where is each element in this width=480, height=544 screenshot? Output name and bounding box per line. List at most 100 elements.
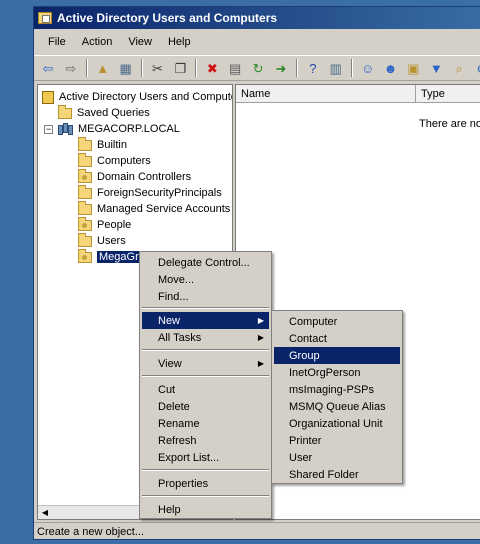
tree-item-domain[interactable]: − MEGACORP.LOCAL xyxy=(44,121,180,137)
menu-help[interactable]: Help xyxy=(160,34,199,50)
menu-item-help[interactable]: Help xyxy=(142,501,269,518)
add-to-group-icon[interactable]: ⊕ xyxy=(472,58,480,78)
tree-item-label: MEGACORP.LOCAL xyxy=(78,123,180,135)
menu-item-label: All Tasks xyxy=(158,331,202,344)
menu-item-label: New xyxy=(158,314,181,327)
folder-icon xyxy=(78,200,92,215)
tree-root-label: Active Directory Users and Computers xyxy=(59,91,233,103)
new-ou-icon[interactable]: ▣ xyxy=(403,58,423,78)
menu-item-label: Shared Folder xyxy=(289,468,359,481)
submenu-item-computer[interactable]: Computer xyxy=(274,313,400,330)
menu-item-label: Refresh xyxy=(158,434,197,447)
status-text: Create a new object... xyxy=(37,525,145,538)
new-group-icon[interactable]: ☻ xyxy=(381,58,401,78)
menu-item-rename[interactable]: Rename xyxy=(142,415,269,432)
menu-view[interactable]: View xyxy=(120,34,160,50)
menu-item-find[interactable]: Find... xyxy=(142,288,269,305)
folder-icon xyxy=(78,136,92,151)
tree-item-label: Managed Service Accounts xyxy=(97,203,231,215)
menu-item-label: Cut xyxy=(158,383,176,396)
domain-icon xyxy=(58,122,73,136)
help-icon[interactable]: ? xyxy=(303,58,323,78)
menu-item-all-tasks[interactable]: All Tasks ▶ xyxy=(142,329,269,346)
menu-item-label: Export List... xyxy=(158,451,220,464)
menu-item-label: Group xyxy=(289,349,320,362)
toolbar-separator xyxy=(350,59,353,77)
forward-arrow-icon[interactable]: ⇨ xyxy=(61,58,81,78)
submenu-arrow-icon: ▶ xyxy=(257,316,264,325)
column-header-name[interactable]: Name xyxy=(236,85,416,103)
show-pane-icon[interactable]: ▥ xyxy=(326,58,346,78)
menu-item-label: Computer xyxy=(289,315,338,328)
submenu-item-group[interactable]: Group xyxy=(274,347,400,364)
tree-root[interactable]: Active Directory Users and Computers xyxy=(42,89,233,105)
ou-folder-icon xyxy=(78,216,92,231)
menu-item-refresh[interactable]: Refresh xyxy=(142,432,269,449)
tree-item-managed-service-accounts[interactable]: Managed Service Accounts xyxy=(78,200,231,217)
menu-item-properties[interactable]: Properties xyxy=(142,475,269,492)
refresh-icon[interactable]: ↻ xyxy=(248,58,268,78)
properties-sheet-icon[interactable]: ▤ xyxy=(225,58,245,78)
filter-icon[interactable]: ▼ xyxy=(426,58,446,78)
ou-folder-icon xyxy=(78,168,92,183)
tree-item-computers[interactable]: Computers xyxy=(78,152,151,169)
menu-file[interactable]: File xyxy=(40,34,74,50)
toolbar-separator xyxy=(195,59,198,77)
menu-item-label: Delegate Control... xyxy=(158,256,250,269)
submenu-item-shared-folder[interactable]: Shared Folder xyxy=(274,466,400,483)
menu-item-view[interactable]: View ▶ xyxy=(142,355,269,372)
menu-item-delegate-control[interactable]: Delegate Control... xyxy=(142,254,269,271)
toolbar-separator xyxy=(295,59,298,77)
new-submenu: Computer Contact Group InetOrgPerson msI… xyxy=(271,310,403,484)
copy-icon[interactable]: ❐ xyxy=(170,58,190,78)
submenu-item-organizational-unit[interactable]: Organizational Unit xyxy=(274,415,400,432)
new-user-icon[interactable]: ☺ xyxy=(358,58,378,78)
menu-item-move[interactable]: Move... xyxy=(142,271,269,288)
submenu-item-printer[interactable]: Printer xyxy=(274,432,400,449)
window-title: Active Directory Users and Computers xyxy=(57,11,278,25)
menu-item-new[interactable]: New ▶ xyxy=(142,312,269,329)
menu-item-delete[interactable]: Delete xyxy=(142,398,269,415)
menu-item-label: Find... xyxy=(158,290,189,303)
console-tree-icon[interactable]: ▦ xyxy=(116,58,136,78)
tree-item-saved-queries[interactable]: Saved Queries xyxy=(58,104,150,121)
tree-item-builtin[interactable]: Builtin xyxy=(78,136,127,153)
up-folder-icon[interactable]: ▲ xyxy=(93,58,113,78)
delete-icon[interactable]: ✖ xyxy=(202,58,222,78)
submenu-item-inetorgperson[interactable]: InetOrgPerson xyxy=(274,364,400,381)
title-bar[interactable]: Active Directory Users and Computers xyxy=(34,7,480,29)
find-icon[interactable]: ⌕ xyxy=(449,58,469,78)
back-arrow-icon[interactable]: ⇦ xyxy=(38,58,58,78)
menu-item-cut[interactable]: Cut xyxy=(142,381,269,398)
submenu-item-contact[interactable]: Contact xyxy=(274,330,400,347)
tree-item-label: Domain Controllers xyxy=(97,171,192,183)
menu-item-label: msImaging-PSPs xyxy=(289,383,374,396)
tree-item-foreign-security-principals[interactable]: ForeignSecurityPrincipals xyxy=(78,184,222,201)
toolbar-separator xyxy=(140,59,143,77)
submenu-item-msimaging-psps[interactable]: msImaging-PSPs xyxy=(274,381,400,398)
menu-item-label: Delete xyxy=(158,400,190,413)
tree-item-people[interactable]: People xyxy=(78,216,132,233)
folder-icon xyxy=(58,104,72,119)
menu-item-label: Move... xyxy=(158,273,195,286)
tree-item-label: ForeignSecurityPrincipals xyxy=(97,187,222,199)
menu-action[interactable]: Action xyxy=(74,34,121,50)
tree-item-label: People xyxy=(97,219,132,231)
export-icon[interactable]: ➜ xyxy=(271,58,291,78)
folder-icon xyxy=(78,152,92,167)
menu-item-label: Organizational Unit xyxy=(289,417,383,430)
tree-item-domain-controllers[interactable]: Domain Controllers xyxy=(78,168,192,185)
scroll-left-icon[interactable]: ◀ xyxy=(39,507,51,519)
submenu-item-msmq-queue-alias[interactable]: MSMQ Queue Alias xyxy=(274,398,400,415)
submenu-item-user[interactable]: User xyxy=(274,449,400,466)
cut-icon[interactable]: ✂ xyxy=(148,58,168,78)
menu-separator xyxy=(142,495,269,497)
status-bar: Create a new object... xyxy=(34,522,480,540)
tree-item-users[interactable]: Users xyxy=(78,232,126,249)
context-menu: Delegate Control... Move... Find... New ▶… xyxy=(139,251,272,519)
toolbar: ⇦⇨ ▲▦ ✂❐ ✖▤↻➜?▥ ☺☻▣▼⌕⊕ xyxy=(34,55,480,81)
column-header-type[interactable]: Type xyxy=(416,85,480,103)
menu-item-export-list[interactable]: Export List... xyxy=(142,449,269,466)
collapse-icon[interactable]: − xyxy=(44,124,53,134)
empty-list-message: There are no xyxy=(419,118,480,130)
